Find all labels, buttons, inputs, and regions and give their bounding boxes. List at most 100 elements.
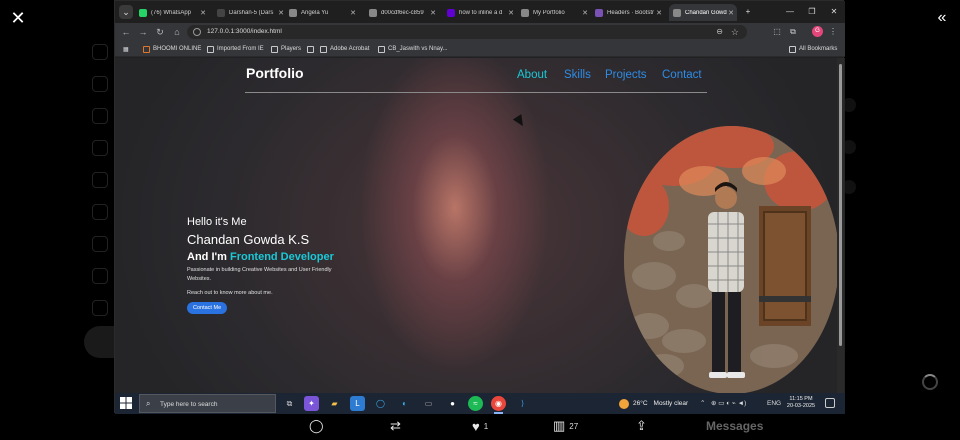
extensions-puzzle-icon[interactable]: ⧉ bbox=[787, 26, 799, 38]
bookmark-item[interactable]: Imported From IE bbox=[207, 43, 264, 55]
messages-drawer-label[interactable]: Messages bbox=[706, 419, 763, 433]
reload-icon[interactable]: ↻ bbox=[153, 25, 167, 39]
notification-icon[interactable] bbox=[825, 398, 835, 408]
taskbar-search-input[interactable]: ⌕ Type here to search bbox=[139, 394, 276, 413]
page-brand[interactable]: Portfolio bbox=[246, 65, 304, 81]
tab-close-icon[interactable]: ✕ bbox=[581, 9, 589, 17]
repost-button[interactable]: ⇄ bbox=[390, 418, 405, 434]
x-logo-icon bbox=[92, 44, 108, 60]
back-icon[interactable]: ← bbox=[119, 25, 133, 39]
weather-condition: Mostly clear bbox=[653, 400, 689, 407]
bookmark-label: BHOOMI ONLINE bbox=[153, 46, 202, 52]
browser-tab[interactable]: My Portfolio ✕ bbox=[517, 4, 591, 21]
keyboard-icon[interactable]: ▭ bbox=[421, 396, 436, 411]
premium-icon bbox=[92, 268, 108, 284]
menu-kebab-icon[interactable]: ⋮ bbox=[827, 26, 839, 38]
bookmark-item[interactable]: Players bbox=[271, 43, 301, 55]
bookmark-item[interactable]: BHOOMI ONLINE bbox=[143, 43, 201, 55]
share-button[interactable]: ⇪ bbox=[636, 418, 651, 434]
home-icon[interactable]: ⌂ bbox=[170, 25, 184, 39]
taskbar-search-placeholder: Type here to search bbox=[160, 401, 218, 408]
mouse-cursor-icon bbox=[512, 114, 528, 129]
address-bar[interactable]: 127.0.0.1:3000/index.html ⊖ ☆ bbox=[187, 25, 747, 39]
reply-button[interactable]: ◯ bbox=[309, 418, 328, 434]
browser-tab[interactable]: Chandan Gowda ✕ bbox=[669, 4, 737, 21]
cortana-icon[interactable]: ◯ bbox=[373, 396, 388, 411]
taskbar-clock[interactable]: 11:15 PM 20-03-2025 bbox=[783, 396, 819, 410]
tab-close-icon[interactable]: ✕ bbox=[429, 9, 437, 17]
all-bookmarks-folder[interactable]: All Bookmarks bbox=[789, 43, 837, 55]
language-indicator[interactable]: ENG bbox=[767, 393, 781, 414]
tab-close-icon[interactable]: ✕ bbox=[349, 9, 357, 17]
contact-me-button[interactable]: Contact Me bbox=[187, 302, 228, 314]
loading-spinner-icon bbox=[922, 374, 938, 390]
minimize-icon[interactable]: — bbox=[783, 5, 797, 19]
windows-start-icon[interactable] bbox=[120, 397, 132, 409]
weather-icon bbox=[619, 398, 629, 409]
close-icon[interactable]: ✕ bbox=[10, 9, 26, 27]
restore-icon[interactable]: ❐ bbox=[805, 5, 819, 19]
browser-tab[interactable]: Angela Yu ✕ bbox=[285, 4, 359, 21]
nav-link-contact[interactable]: Contact bbox=[662, 69, 702, 81]
nav-link-skills[interactable]: Skills bbox=[564, 69, 591, 81]
edge-icon[interactable]: ◐ bbox=[397, 396, 412, 411]
browser-toolbar: ← → ↻ ⌂ 127.0.0.1:3000/index.html ⊖ ☆ ⬚ … bbox=[115, 23, 845, 41]
tab-close-icon[interactable]: ✕ bbox=[727, 9, 735, 17]
hero-greeting: Hello it's Me bbox=[187, 216, 247, 228]
browser-tab[interactable]: Darshan-5 (Dars ✕ bbox=[213, 4, 287, 21]
extension-icon[interactable]: ⬚ bbox=[771, 26, 783, 38]
spotify-icon[interactable]: ≈ bbox=[468, 396, 483, 411]
page-scrollbar[interactable] bbox=[837, 58, 844, 393]
profile-photo bbox=[624, 126, 839, 393]
globe-icon bbox=[369, 8, 377, 17]
nav-link-projects[interactable]: Projects bbox=[605, 69, 647, 81]
hero-role-prefix: And I'm bbox=[187, 251, 227, 263]
views-chart-icon: ▥ bbox=[553, 418, 566, 433]
browser-tab-label: (76) WhatsApp bbox=[151, 9, 192, 16]
file-explorer-icon[interactable]: ▰ bbox=[327, 396, 342, 411]
notifications-icon bbox=[92, 140, 108, 156]
tray-icons[interactable]: ⊕ ▭ ◐ ⌁ ◄) bbox=[711, 393, 746, 414]
github-icon[interactable]: ● bbox=[445, 396, 460, 411]
browser-tab[interactable]: how to inline a d ✕ bbox=[443, 4, 517, 21]
tray-chevron-icon[interactable]: ⌃ bbox=[700, 393, 705, 414]
hero-section: Hello it's Me Chandan Gowda K.S And I'm … bbox=[187, 216, 387, 314]
bookmark-item[interactable]: CB_Jaswith vs Nnay... bbox=[378, 43, 448, 55]
new-tab-button[interactable]: + bbox=[741, 5, 755, 19]
browser-tab[interactable]: (76) WhatsApp ✕ bbox=[135, 4, 209, 21]
bootstrap-icon bbox=[595, 8, 603, 17]
site-info-icon[interactable] bbox=[193, 28, 201, 36]
heart-icon: ♥ bbox=[472, 418, 480, 434]
window-close-icon[interactable]: ✕ bbox=[827, 5, 841, 19]
tab-search-icon[interactable]: ⌄ bbox=[119, 5, 133, 19]
tab-close-icon[interactable]: ✕ bbox=[277, 9, 285, 17]
browser-tab-label: Angela Yu bbox=[301, 9, 329, 16]
bookmark-star-icon[interactable]: ☆ bbox=[731, 25, 739, 39]
task-view-icon[interactable]: ⧉ bbox=[282, 396, 297, 411]
scrollbar-thumb[interactable] bbox=[839, 64, 842, 346]
app-l-icon[interactable]: L bbox=[350, 396, 365, 411]
weather-widget[interactable]: 26°C Mostly clear bbox=[619, 393, 688, 414]
forward-icon[interactable]: → bbox=[136, 25, 150, 39]
browser-tab[interactable]: Headers · Bootstr ✕ bbox=[591, 4, 665, 21]
zoom-icon[interactable]: ⊖ bbox=[716, 25, 723, 39]
browser-tab[interactable]: d00cdf6ec-c859 ✕ bbox=[365, 4, 439, 21]
copilot-icon[interactable]: ✦ bbox=[304, 396, 319, 411]
views-button[interactable]: ▥ 27 bbox=[553, 418, 578, 434]
bookmark-item[interactable] bbox=[307, 43, 317, 55]
tab-close-icon[interactable]: ✕ bbox=[655, 9, 663, 17]
bookmark-item[interactable]: Adobe Acrobat bbox=[320, 43, 369, 55]
bookmarks-bar: ▦ BHOOMI ONLINE Imported From IE Players Ad… bbox=[115, 41, 845, 57]
chrome-icon[interactable]: ◉ bbox=[491, 396, 506, 414]
nav-link-about[interactable]: About bbox=[517, 69, 547, 81]
tab-close-icon[interactable]: ✕ bbox=[199, 9, 207, 17]
globe-icon bbox=[289, 8, 297, 17]
double-chevron-left-icon[interactable]: « bbox=[934, 10, 950, 26]
tab-close-icon[interactable]: ✕ bbox=[507, 9, 515, 17]
vscode-icon[interactable]: ⟩ bbox=[515, 396, 530, 411]
post-actions-bar: ◯ ⇄ ♥ 1 ▥ 27 ⇪ bbox=[0, 413, 960, 440]
avatar[interactable]: G bbox=[812, 26, 823, 37]
apps-grid-icon[interactable]: ▦ bbox=[123, 43, 129, 55]
like-button[interactable]: ♥ 1 bbox=[472, 418, 488, 434]
reply-icon: ◯ bbox=[309, 418, 324, 433]
